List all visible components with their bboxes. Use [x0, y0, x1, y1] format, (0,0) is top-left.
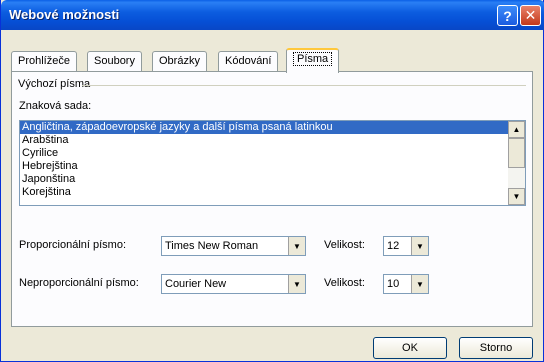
list-item[interactable]: Japonština: [20, 173, 525, 186]
tab-pisma[interactable]: Písma: [286, 48, 340, 73]
cancel-button-label: Storno: [479, 342, 513, 354]
tab-label: Písma: [293, 52, 333, 66]
list-item[interactable]: Hebrejština: [20, 160, 525, 173]
list-item[interactable]: Cyrilice: [20, 147, 525, 160]
nonproportional-size-select[interactable]: 10 ▼: [383, 274, 429, 294]
proportional-font-label: Proporcionální písmo:: [19, 239, 126, 251]
scroll-thumb[interactable]: [508, 138, 525, 168]
title-bar[interactable]: Webové možnosti ? ✕: [1, 0, 544, 30]
select-value: Courier New: [165, 278, 227, 290]
tab-panel-pisma: Výchozí písma Znaková sada: Angličtina, …: [11, 71, 533, 327]
group-title: Výchozí písma: [18, 78, 95, 90]
tab-label: Prohlížeče: [18, 55, 70, 67]
cancel-button[interactable]: Storno: [459, 337, 533, 359]
charset-listbox[interactable]: Angličtina, západoevropské jazyky a dalš…: [19, 120, 526, 206]
chevron-down-icon[interactable]: ▼: [411, 275, 428, 293]
chevron-down-icon[interactable]: ▼: [288, 275, 305, 293]
nonproportional-font-label: Neproporcionální písmo:: [19, 277, 139, 289]
select-value: Times New Roman: [165, 240, 259, 252]
proportional-size-label: Velikost:: [324, 239, 365, 251]
window-title: Webové možnosti: [9, 7, 120, 22]
select-value: 12: [387, 240, 400, 252]
scroll-up-icon[interactable]: ▲: [508, 121, 525, 138]
chevron-down-icon[interactable]: ▼: [288, 237, 305, 255]
tab-label: Soubory: [94, 55, 135, 67]
tab-obrazky[interactable]: Obrázky: [152, 51, 207, 72]
tab-kodovani[interactable]: Kódování: [218, 51, 279, 72]
tab-soubory[interactable]: Soubory: [87, 51, 142, 72]
help-button[interactable]: ?: [497, 5, 518, 26]
list-item[interactable]: Angličtina, západoevropské jazyky a dalš…: [20, 121, 525, 134]
tab-prohlizece[interactable]: Prohlížeče: [11, 51, 77, 72]
charset-label: Znaková sada:: [19, 100, 92, 112]
close-button[interactable]: ✕: [520, 5, 541, 26]
list-item[interactable]: Arabština: [20, 134, 525, 147]
group-divider: [82, 85, 526, 86]
ok-button[interactable]: OK: [373, 337, 447, 359]
tab-label: Kódování: [225, 55, 272, 67]
chevron-down-icon[interactable]: ▼: [411, 237, 428, 255]
close-icon: ✕: [524, 7, 537, 23]
listbox-scrollbar[interactable]: ▲ ▼: [508, 121, 525, 205]
list-item[interactable]: Korejština: [20, 186, 525, 199]
proportional-size-select[interactable]: 12 ▼: [383, 236, 429, 256]
help-icon: ?: [503, 7, 512, 24]
nonproportional-font-select[interactable]: Courier New ▼: [161, 274, 306, 294]
tab-label: Obrázky: [159, 55, 200, 67]
scroll-down-icon[interactable]: ▼: [508, 188, 525, 205]
nonproportional-size-label: Velikost:: [324, 277, 365, 289]
select-value: 10: [387, 278, 400, 290]
ok-button-label: OK: [402, 342, 418, 354]
proportional-font-select[interactable]: Times New Roman ▼: [161, 236, 306, 256]
dialog-window: Webové možnosti ? ✕ Prohlížeče Soubory O…: [0, 0, 544, 362]
